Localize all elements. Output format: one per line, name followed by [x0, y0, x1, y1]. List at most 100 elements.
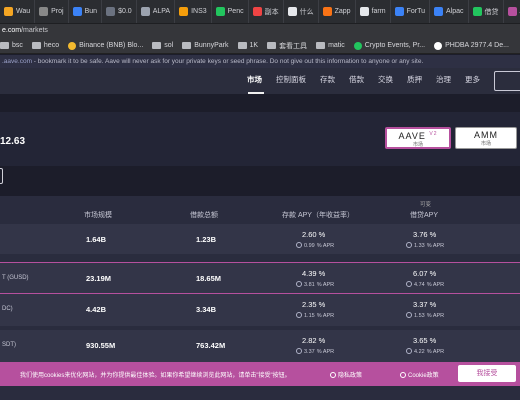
accept-cookies-button[interactable]: 我接受 — [458, 365, 516, 382]
spacer — [0, 94, 520, 112]
tab-favicon-icon — [359, 7, 369, 16]
browser-tab[interactable]: 副本 — [249, 0, 284, 23]
unit-label: % — [429, 300, 437, 309]
browser-tab[interactable]: INS3 — [175, 0, 212, 23]
borrowed-value-text: 1.23B — [196, 235, 217, 244]
nav-item[interactable]: 质押 — [407, 74, 422, 85]
deposit-apr-value-text: 3.81 — [304, 282, 315, 288]
privacy-policy-link[interactable]: 隐私政策 — [330, 370, 362, 379]
tab-label: ForTu — [406, 8, 425, 15]
col-total-borrowed[interactable]: 借款总额 — [190, 210, 218, 220]
nav-item[interactable]: 市场 — [247, 74, 262, 85]
col-borrow-apy[interactable]: 借贷APY — [410, 210, 438, 220]
amm-market-button[interactable]: AMM 市场 — [455, 127, 517, 149]
tab-favicon-icon — [39, 7, 49, 16]
table-header: 市场规模 借款总额 存款 APY（年收益率） 可变 借贷APY — [0, 196, 520, 224]
crypto-icon — [353, 41, 362, 50]
phdba-icon — [434, 41, 443, 50]
borrowed-value-text: 763.42M — [196, 341, 226, 350]
borrow-apr-value: 1.33% APR — [406, 242, 444, 249]
bookmark-item[interactable]: sol — [152, 42, 173, 49]
bookmark-item[interactable]: Crypto Events, Pr... — [353, 41, 425, 50]
col-market-size[interactable]: 市场规模 — [84, 210, 112, 220]
table-row[interactable]: SDT) 930.55M 763.42M 2.82% 3.37% APR 3.65% 4.2… — [0, 330, 520, 362]
market-size-value: 23.19M — [86, 274, 111, 283]
browser-tab[interactable]: Aave — [504, 0, 520, 23]
unit-label: % APR — [316, 349, 335, 355]
reward-icon — [296, 281, 302, 287]
info-icon — [400, 372, 406, 378]
nav-item[interactable]: 交换 — [378, 74, 393, 85]
folder-icon — [152, 42, 162, 49]
market-size-value-text: 23.19M — [86, 274, 112, 283]
nav-item[interactable]: 存款 — [320, 74, 335, 85]
browser-tab[interactable]: Wau — [0, 0, 36, 23]
borrow-apy-value: 3.76% — [413, 230, 436, 239]
bookmark-item[interactable]: 1K — [237, 42, 259, 49]
unit-label: % — [318, 336, 326, 345]
nav-item[interactable]: 治理 — [436, 74, 451, 85]
bookmark-label: BunnyPark — [194, 42, 229, 49]
browser-tab[interactable]: 借贷 — [469, 0, 504, 23]
bookmark-item[interactable]: matic — [316, 42, 345, 49]
browser-tab[interactable]: Alpac — [430, 0, 469, 23]
market-size-value: 1.64B — [86, 235, 106, 244]
browser-tab[interactable]: Zapp — [319, 0, 356, 23]
notice-text: - bookmark it to be safe. Aave will neve… — [32, 58, 424, 65]
bookmark-item[interactable]: heco — [31, 42, 59, 49]
borrow-apy-value-text: 3.37 — [413, 300, 428, 309]
deposit-apy-value: 2.35% — [302, 300, 325, 309]
nav-item[interactable]: 借款 — [349, 74, 364, 85]
connect-button[interactable] — [494, 71, 520, 91]
folder-icon — [182, 42, 192, 49]
bookmark-item[interactable]: Binance (BNB) Blo... — [68, 41, 143, 50]
bookmark-item[interactable]: bsc — [0, 42, 23, 49]
market-size-value: 4.42B — [86, 305, 106, 314]
table-row[interactable]: DC) 4.42B 3.34B 2.35% 1.15% APR 3.37% 1.53% AP… — [0, 294, 520, 326]
info-icon — [330, 372, 336, 378]
total-market-size: 12.63 — [0, 136, 26, 147]
nav-item[interactable]: 控制面板 — [276, 74, 306, 85]
tab-label: farm — [371, 8, 386, 15]
deposit-apy-value: 2.82% — [302, 336, 325, 345]
market-size-value-text: 1.64B — [86, 235, 107, 244]
browser-tab[interactable]: ALPA — [137, 0, 176, 23]
table-row[interactable]: T (GUSD) 23.19M 18.65M 4.39% 3.81% APR 6.07% 4… — [0, 262, 520, 294]
col-deposit-apy[interactable]: 存款 APY（年收益率） — [282, 210, 354, 220]
address-path: /markets — [21, 27, 48, 34]
browser-tab[interactable]: 什么 — [284, 0, 319, 23]
nav-item[interactable]: 更多 — [465, 74, 480, 85]
aave-market-button[interactable]: AAVE V2 市场 — [385, 127, 451, 149]
unit-label: % — [429, 230, 437, 239]
deposit-apy-value: 4.39% — [302, 269, 325, 278]
filter-toggle[interactable] — [0, 168, 3, 184]
bookmark-item[interactable]: BunnyPark — [182, 42, 229, 49]
tab-favicon-icon — [507, 7, 517, 16]
deposit-apr-value: 3.81% APR — [296, 281, 334, 288]
browser-tab[interactable]: farm — [356, 0, 391, 23]
cookie-policy-link[interactable]: Cookie政策 — [400, 370, 439, 379]
bookmark-item[interactable]: 套看工具 — [267, 41, 307, 51]
borrow-apr-value-text: 4.22 — [414, 349, 425, 355]
deposit-apy-value-text: 2.82 — [302, 336, 317, 345]
tab-label: Wau — [16, 8, 31, 15]
address-bar[interactable]: e.com/markets — [0, 24, 520, 38]
tab-favicon-icon — [4, 7, 13, 16]
asset-name: DC) — [2, 306, 13, 312]
borrowed-value-text: 18.65M — [196, 274, 222, 283]
browser-tab[interactable]: Bun — [69, 0, 103, 23]
tab-favicon-icon — [472, 7, 482, 16]
browser-tab[interactable]: Proj — [35, 0, 69, 23]
bookmark-label: 1K — [249, 42, 259, 49]
asset-name-text: SDT) — [2, 342, 16, 348]
tab-label: 借贷 — [484, 8, 499, 16]
nav-links: 市场 控制面板 存款 借款 交换 质押 治理 更多 — [233, 74, 480, 85]
table-row[interactable]: 1.64B 1.23B 2.60% 0.99% APR 3.76% 1.33% APR — [0, 224, 520, 254]
bookmark-item[interactable]: PHDBA 2977.4 De... — [434, 41, 509, 50]
unit-label: % APR — [316, 313, 335, 319]
security-notice: .aave.com - bookmark it to be safe. Aave… — [0, 55, 520, 68]
browser-tab[interactable]: Penc — [212, 0, 249, 23]
browser-tab[interactable]: ForTu — [391, 0, 430, 23]
tab-label: Bun — [84, 8, 98, 15]
browser-tab[interactable]: $0.0 — [102, 0, 137, 23]
